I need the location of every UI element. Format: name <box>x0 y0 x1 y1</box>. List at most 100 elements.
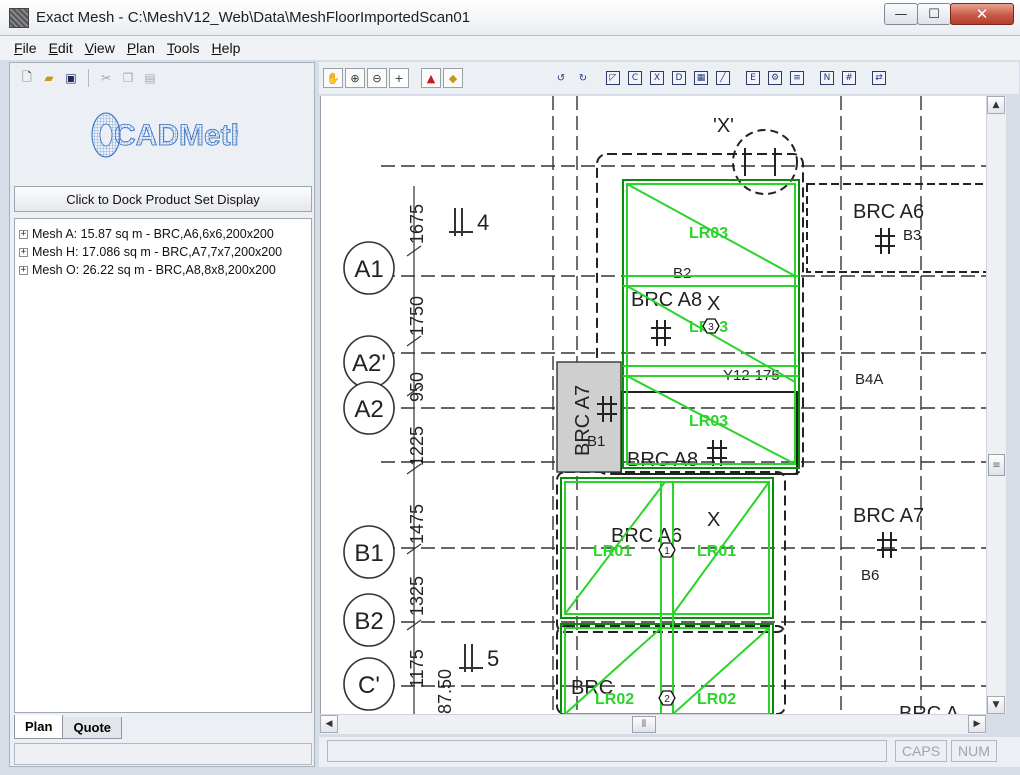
draw-mesh-x-icon[interactable]: X <box>647 68 667 88</box>
menu-file[interactable]: File <box>14 40 37 56</box>
node-number: 3 <box>708 322 714 333</box>
tree-item-mesh-o[interactable]: + Mesh O: 26.22 sq m - BRC,A8,8x8,200x20… <box>19 261 276 279</box>
menu-help[interactable]: Help <box>212 40 241 56</box>
vertical-scroll-thumb[interactable]: ≡ <box>988 454 1005 476</box>
maximize-button[interactable]: ☐ <box>917 3 951 25</box>
menu-edit[interactable]: Edit <box>49 40 73 56</box>
dim-label: 1325 <box>407 576 427 616</box>
mesh-split-icon[interactable]: ⇄ <box>869 68 889 88</box>
mesh-label: LR03 <box>689 225 728 242</box>
logo-text: CADMethods <box>114 119 238 152</box>
expand-icon[interactable]: + <box>19 229 28 239</box>
cadmethods-logo: CADMethods <box>91 112 238 158</box>
toolbar-separator <box>88 69 89 87</box>
draw-mesh-line-icon[interactable]: ╱ <box>713 68 733 88</box>
layer-toggle-icon[interactable]: ◆ <box>443 68 463 88</box>
layer-up-icon[interactable]: ▲ <box>421 68 441 88</box>
dim-label: 950 <box>407 372 427 402</box>
rotate-right-icon[interactable]: ↻ <box>573 68 593 88</box>
mesh-tree: + Mesh A: 15.87 sq m - BRC,A6,6x6,200x20… <box>14 218 312 713</box>
node-number: 2 <box>664 694 670 705</box>
node-number: 1 <box>664 546 670 557</box>
scan-brc-label: BRC A7 <box>853 505 924 527</box>
expand-icon[interactable]: + <box>19 247 28 257</box>
tab-quote[interactable]: Quote <box>62 717 123 739</box>
vertical-scrollbar[interactable]: ▲ ≡ ▼ <box>986 96 1006 714</box>
scan-sub-label: B3 <box>903 227 921 244</box>
dim-label: 1750 <box>407 296 427 336</box>
zoom-out-icon[interactable]: ⊖ <box>367 68 387 88</box>
window-title: Exact Mesh - C:\MeshV12_Web\Data\MeshFlo… <box>36 9 471 26</box>
scan-x-label: 'X' <box>713 115 734 137</box>
close-button[interactable]: ✕ <box>950 3 1014 25</box>
grid-bubble-label: C' <box>358 672 380 699</box>
scan-brc-label: BRC A <box>899 703 960 714</box>
tree-item-mesh-a[interactable]: + Mesh A: 15.87 sq m - BRC,A6,6x6,200x20… <box>19 225 274 243</box>
mesh-label: LR03 <box>689 413 728 430</box>
dim-label: 1475 <box>407 504 427 544</box>
horizontal-scrollbar[interactable]: ◀ ⦀ ▶ <box>320 714 986 734</box>
panel-tabs: Plan Quote <box>14 715 123 739</box>
rotate-left-icon[interactable]: ↺ <box>551 68 571 88</box>
tree-item-label: Mesh H: 17.086 sq m - BRC,A7,7x7,200x200 <box>32 245 283 259</box>
file-toolbar: 🗋 ▰ ▣ ✂ ❐ ▤ <box>18 67 159 89</box>
scan-brc-label: BRC A6 <box>853 201 924 223</box>
grid-bubble-label: A2' <box>352 350 386 377</box>
cut-icon[interactable]: ✂ <box>97 69 115 87</box>
save-icon[interactable]: ▣ <box>62 69 80 87</box>
mesh-tools: ↺ ↻ ◸ C X D ▦ ╱ E ⚙ ≡ N # ⇄ <box>551 68 889 88</box>
mesh-list-icon[interactable]: ≡ <box>787 68 807 88</box>
tab-plan[interactable]: Plan <box>14 715 64 739</box>
mesh-number-icon[interactable]: N <box>817 68 837 88</box>
scroll-left-icon[interactable]: ◀ <box>320 715 338 733</box>
left-status-bar <box>14 743 312 765</box>
tree-item-label: Mesh O: 26.22 sq m - BRC,A8,8x8,200x200 <box>32 263 276 277</box>
draw-mesh-icon[interactable]: ◸ <box>603 68 623 88</box>
dock-product-set-button[interactable]: Click to Dock Product Set Display <box>14 186 312 212</box>
new-file-icon[interactable]: 🗋 <box>18 69 36 87</box>
menu-view[interactable]: View <box>85 40 115 56</box>
expand-icon[interactable]: + <box>19 265 28 275</box>
status-bar: CAPS NUM <box>319 737 1020 767</box>
group-mesh-icon[interactable]: ⚙ <box>765 68 785 88</box>
mesh-label: LR01 <box>697 543 736 560</box>
pan-hand-icon[interactable]: ✋ <box>323 68 343 88</box>
status-message <box>327 740 887 762</box>
tree-item-mesh-h[interactable]: + Mesh H: 17.086 sq m - BRC,A7,7x7,200x2… <box>19 243 282 261</box>
grid-bubble-label: B2 <box>354 608 383 635</box>
dim-label: 1175 <box>407 649 427 688</box>
scan-x-label: X <box>707 293 720 315</box>
plan-canvas[interactable]: 1675 1750 950 1225 1475 1325 1175 87.50 … <box>320 96 986 714</box>
copy-icon[interactable]: ❐ <box>119 69 137 87</box>
scroll-up-icon[interactable]: ▲ <box>987 96 1005 114</box>
grid-bubble-label: B1 <box>354 540 383 567</box>
horizontal-scroll-thumb[interactable]: ⦀ <box>632 716 656 733</box>
scroll-down-icon[interactable]: ▼ <box>987 696 1005 714</box>
draw-mesh-d-icon[interactable]: D <box>669 68 689 88</box>
menu-tools[interactable]: Tools <box>167 40 200 56</box>
paste-icon[interactable]: ▤ <box>141 69 159 87</box>
scan-sub-label: B6 <box>861 567 879 584</box>
mesh-grid-icon[interactable]: # <box>839 68 859 88</box>
minimize-button[interactable]: — <box>884 3 918 25</box>
tree-item-label: Mesh A: 15.87 sq m - BRC,A6,6x6,200x200 <box>32 227 274 241</box>
title-bar: Exact Mesh - C:\MeshV12_Web\Data\MeshFlo… <box>0 0 1020 36</box>
zoom-in-icon[interactable]: ⊕ <box>345 68 365 88</box>
draw-mesh-c-icon[interactable]: C <box>625 68 645 88</box>
dim-label: 1225 <box>407 426 427 466</box>
draw-mesh-box-icon[interactable]: ▦ <box>691 68 711 88</box>
edit-mesh-icon[interactable]: E <box>743 68 763 88</box>
scan-sub-label: B1 <box>587 433 605 450</box>
product-set-panel: 🗋 ▰ ▣ ✂ ❐ ▤ CADMethods Click to Dock Pro… <box>9 62 315 767</box>
crosshair-icon[interactable]: + <box>389 68 409 88</box>
view-tools: ✋ ⊕ ⊖ + ▲ ◆ <box>323 68 463 88</box>
grid-bubble-label: A1 <box>354 256 383 283</box>
scan-x-label: X <box>707 509 720 531</box>
slab-marker: 4 <box>477 210 489 235</box>
grid-bubble-label: A2 <box>354 396 383 423</box>
dim-label: 1675 <box>407 204 427 244</box>
open-folder-icon[interactable]: ▰ <box>40 69 58 87</box>
scroll-right-icon[interactable]: ▶ <box>968 715 986 733</box>
floor-plan-drawing[interactable]: 1675 1750 950 1225 1475 1325 1175 87.50 … <box>321 96 986 714</box>
menu-plan[interactable]: Plan <box>127 40 155 56</box>
